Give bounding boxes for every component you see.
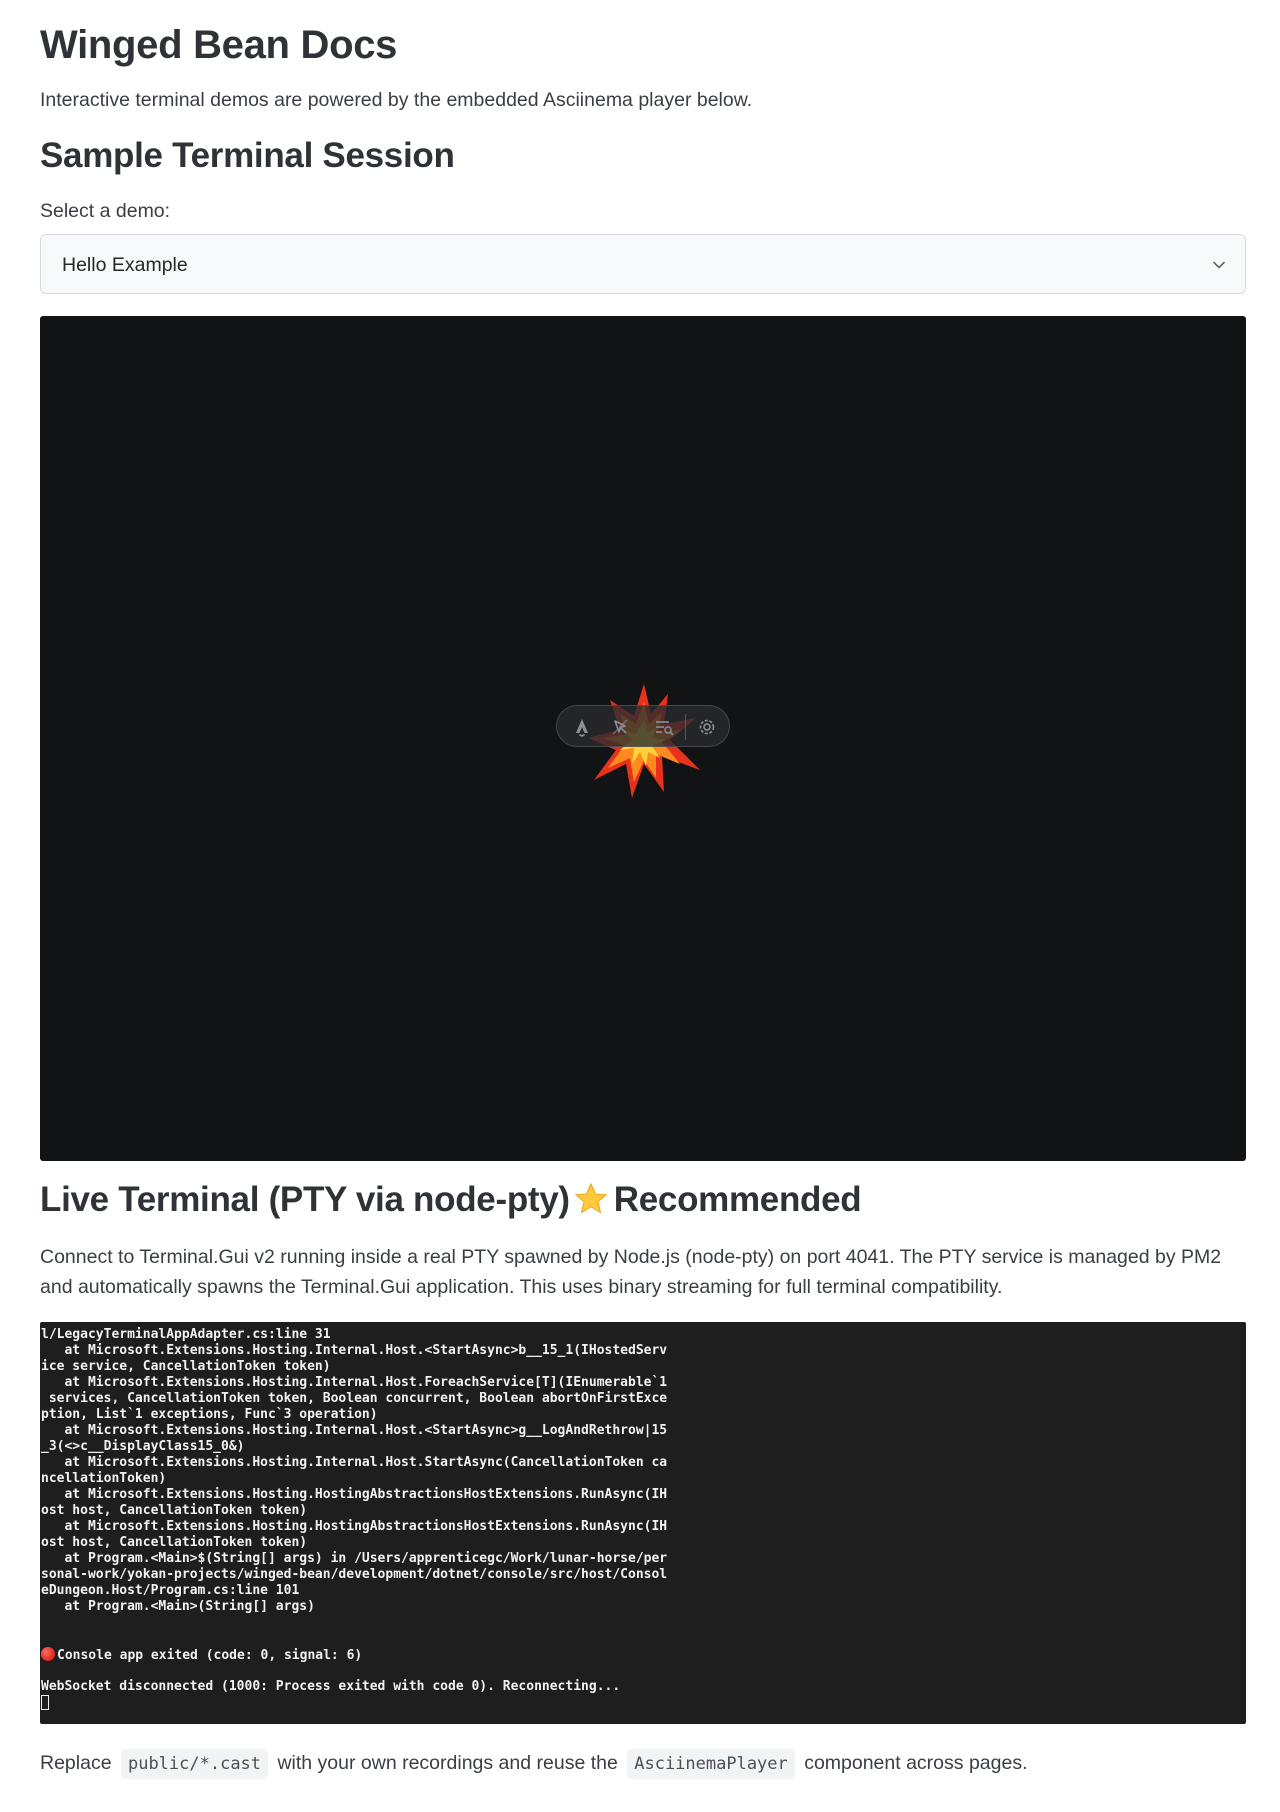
live-heading-main: Live Terminal (PTY via node-pty) bbox=[40, 1180, 570, 1219]
page-title: Winged Bean Docs bbox=[40, 23, 398, 67]
terminal-line: ncellationToken) bbox=[41, 1471, 167, 1486]
terminal-line: ption, List`1 exceptions, Func`3 operati… bbox=[41, 1407, 378, 1422]
terminal-line: at Microsoft.Extensions.Hosting.Internal… bbox=[41, 1423, 668, 1438]
demo-select[interactable]: Hello Example bbox=[40, 234, 1246, 294]
footer-end: component across pages. bbox=[804, 1752, 1028, 1774]
cast-path-code: public/*.cast bbox=[120, 1749, 269, 1779]
terminal-line: ice service, CancellationToken token) bbox=[41, 1359, 331, 1374]
terminal-cursor bbox=[41, 1695, 49, 1710]
terminal-exit-line: Console app exited (code: 0, signal: 6) bbox=[41, 1647, 667, 1663]
terminal-line: at Microsoft.Extensions.Hosting.HostingA… bbox=[41, 1519, 668, 1534]
terminal-line: ost host, CancellationToken token) bbox=[41, 1535, 308, 1550]
terminal-line: _3(<>c__DisplayClass15_0&) bbox=[41, 1439, 245, 1454]
inspect-cursor-icon[interactable] bbox=[609, 716, 631, 738]
audit-list-icon[interactable] bbox=[653, 716, 675, 738]
footer-note: Replace public/*.cast with your own reco… bbox=[40, 1745, 1028, 1782]
terminal-line: at Program.<Main>(String[] args) bbox=[41, 1599, 315, 1614]
demo-select-label: Select a demo: bbox=[40, 200, 171, 222]
terminal-line: l/LegacyTerminalAppAdapter.cs:line 31 bbox=[41, 1327, 331, 1342]
terminal-line: ost host, CancellationToken token) bbox=[41, 1503, 308, 1518]
live-terminal-description: Connect to Terminal.Gui v2 running insid… bbox=[40, 1246, 1222, 1298]
exit-message: Console app exited (code: 0, signal: 6) bbox=[57, 1648, 363, 1663]
live-terminal-heading: Live Terminal (PTY via node-pty) Recommen… bbox=[40, 1177, 862, 1223]
settings-gear-icon[interactable] bbox=[696, 716, 718, 738]
footer-middle: with your own recordings and reuse the bbox=[277, 1752, 618, 1774]
red-circle-icon bbox=[41, 1647, 55, 1661]
websocket-status-line: WebSocket disconnected (1000: Process ex… bbox=[41, 1679, 621, 1694]
astro-icon[interactable] bbox=[571, 716, 593, 738]
player-devtools-toolbar bbox=[556, 705, 730, 747]
terminal-line: at Microsoft.Extensions.Hosting.Internal… bbox=[41, 1343, 668, 1358]
recommended-label: Recommended bbox=[613, 1180, 862, 1219]
component-name-code: AsciinemaPlayer bbox=[627, 1749, 795, 1779]
terminal-line: at Program.<Main>$(String[] args) in /Us… bbox=[41, 1551, 668, 1566]
docs-page: Winged Bean Docs Interactive terminal de… bbox=[0, 0, 1280, 1812]
terminal-line: eDungeon.Host/Program.cs:line 101 bbox=[41, 1583, 300, 1598]
terminal-line: at Microsoft.Extensions.Hosting.Internal… bbox=[41, 1455, 668, 1470]
terminal-line: sonal-work/yokan-projects/winged-bean/de… bbox=[41, 1567, 668, 1582]
live-terminal[interactable]: l/LegacyTerminalAppAdapter.cs:line 31 at… bbox=[40, 1322, 1246, 1724]
terminal-line: services, CancellationToken token, Boole… bbox=[41, 1391, 668, 1406]
footer-replace: Replace bbox=[40, 1752, 112, 1774]
terminal-line: at Microsoft.Extensions.Hosting.HostingA… bbox=[41, 1487, 668, 1502]
star-icon bbox=[574, 1182, 608, 1214]
chevron-down-icon bbox=[1213, 261, 1225, 269]
terminal-cursor-line bbox=[41, 1695, 667, 1711]
toolbar-divider bbox=[685, 714, 686, 740]
intro-text: Interactive terminal demos are powered b… bbox=[40, 89, 753, 111]
terminal-output: l/LegacyTerminalAppAdapter.cs:line 31 at… bbox=[41, 1327, 667, 1711]
terminal-line: at Microsoft.Extensions.Hosting.Internal… bbox=[41, 1375, 668, 1390]
sample-session-heading: Sample Terminal Session bbox=[40, 136, 455, 175]
demo-select-value: Hello Example bbox=[62, 254, 188, 276]
